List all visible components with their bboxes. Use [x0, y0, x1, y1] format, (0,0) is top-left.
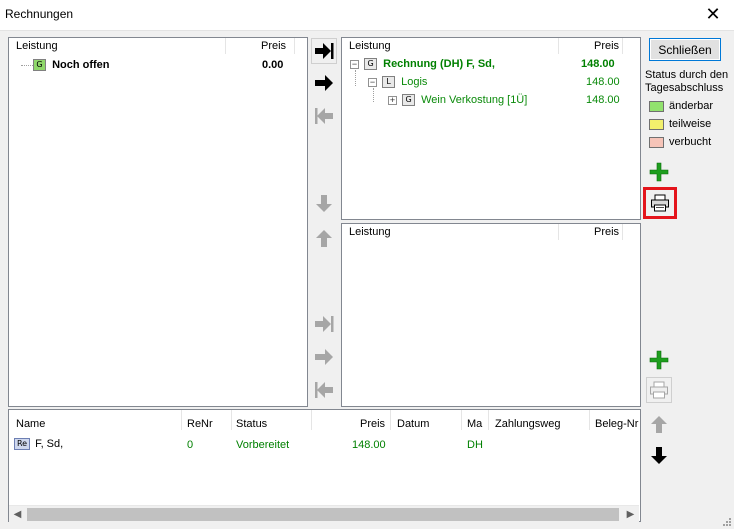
horizontal-scrollbar[interactable]: ◀ ▶ — [9, 505, 639, 522]
legend-item-teilweise: teilweise — [649, 118, 711, 130]
lower-services-header: Leistung Preis — [342, 224, 640, 240]
row-label: Noch offen — [52, 59, 110, 71]
move-down-button[interactable] — [311, 191, 337, 217]
row-label: Rechnung (DH) F, Sd, — [383, 58, 495, 70]
lodging-icon: L — [382, 76, 396, 89]
col-header-preis[interactable]: Preis — [360, 418, 385, 430]
title-bar: Rechnungen ✕ — [0, 0, 734, 30]
invoice-tree-panel[interactable]: Leistung Preis − G Rechnung (DH) F, Sd, … — [341, 37, 641, 220]
col-header-datum[interactable]: Datum — [397, 418, 429, 430]
printer-icon — [651, 194, 669, 212]
open-items-panel[interactable]: Leistung Preis G Noch offen 0.00 — [8, 37, 308, 407]
row-label: Logis — [401, 76, 428, 88]
invoice-status: Vorbereitet — [236, 439, 290, 451]
row-price: 148.00 — [586, 94, 620, 106]
invoice-price: 148.00 — [352, 439, 386, 451]
close-icon[interactable]: ✕ — [702, 3, 724, 25]
col-header-leistung[interactable]: Leistung — [16, 40, 58, 52]
status-title-line2: Tagesabschluss — [645, 82, 724, 94]
col-header-preis[interactable]: Preis — [594, 40, 619, 52]
move-all-right-lower-button[interactable] — [311, 311, 337, 337]
col-header-name[interactable]: Name — [16, 418, 45, 430]
invoice-name-cell: Re F, Sd, — [14, 438, 64, 451]
invoice-renr: 0 — [187, 439, 194, 451]
col-header-preis[interactable]: Preis — [261, 40, 286, 52]
expand-icon[interactable]: + — [388, 95, 397, 105]
print-invoice-button[interactable] — [643, 187, 677, 219]
row-price: 148.00 — [586, 76, 620, 88]
plus-icon — [649, 350, 669, 370]
status-legend-title: Status durch den Tagesabschluss — [645, 69, 728, 95]
legend-label: teilweise — [669, 118, 712, 130]
move-right-lower-button[interactable] — [311, 344, 337, 370]
group-icon: G — [364, 58, 378, 71]
invoice-move-down-button[interactable] — [646, 443, 672, 469]
col-header-renr[interactable]: ReNr — [187, 418, 213, 430]
invoice-list-header: Name ReNr Status Preis Datum Ma Zahlungs… — [9, 410, 640, 430]
dialog-client-area: Leistung Preis G Noch offen 0.00 Leistun… — [0, 30, 734, 529]
swatch-green — [649, 100, 664, 112]
col-header-status[interactable]: Status — [236, 418, 267, 430]
add-invoice-button[interactable] — [646, 159, 672, 185]
lower-services-panel[interactable]: Leistung Preis — [341, 223, 641, 407]
col-header-ma[interactable]: Ma — [467, 418, 482, 430]
legend-label: änderbar — [669, 100, 714, 112]
invoice-name: F, Sd, — [35, 438, 64, 450]
invoice-tree-header: Leistung Preis — [342, 38, 640, 54]
invoice-move-up-button[interactable] — [646, 411, 672, 437]
move-right-button[interactable] — [311, 70, 337, 96]
invoice-ma: DH — [467, 439, 483, 451]
tree-row-logis[interactable]: − L Logis — [368, 76, 428, 89]
move-all-left-lower-button[interactable] — [311, 377, 337, 403]
plus-icon — [649, 162, 669, 182]
col-header-leistung[interactable]: Leistung — [349, 226, 391, 238]
print-lower-button[interactable] — [646, 377, 672, 403]
move-up-button[interactable] — [311, 225, 337, 251]
row-price: 0.00 — [262, 59, 284, 71]
arrow-down-icon — [651, 447, 667, 464]
scroll-right-icon[interactable]: ▶ — [622, 507, 639, 522]
window-title: Rechnungen — [5, 7, 74, 21]
tree-row-noch-offen[interactable]: G Noch offen — [33, 59, 110, 72]
row-price: 148.00 — [581, 58, 615, 70]
swatch-yellow — [649, 118, 664, 130]
table-row[interactable]: Re F, Sd, 0 Vorbereitet 148.00 DH — [9, 436, 640, 452]
row-label: Wein Verkostung [1Ü] — [421, 94, 528, 106]
legend-item-aenderbar: änderbar — [649, 100, 713, 112]
tree-row-wein-verkostung[interactable]: + G Wein Verkostung [1Ü] — [388, 94, 528, 107]
tree-row-rechnung[interactable]: − G Rechnung (DH) F, Sd, — [350, 58, 495, 71]
group-icon: G — [33, 59, 46, 72]
group-icon: G — [402, 94, 416, 107]
printer-disabled-icon — [650, 381, 668, 399]
legend-label: verbucht — [669, 136, 712, 148]
move-all-right-button[interactable] — [311, 38, 337, 64]
status-title-line1: Status durch den — [645, 69, 729, 81]
resize-grip-icon[interactable] — [722, 517, 732, 527]
swatch-red — [649, 136, 664, 148]
legend-item-verbucht: verbucht — [649, 136, 711, 148]
open-items-header: Leistung Preis — [9, 38, 307, 54]
scroll-left-icon[interactable]: ◀ — [9, 507, 26, 522]
invoice-icon: Re — [14, 438, 30, 451]
col-header-zahlungsweg[interactable]: Zahlungsweg — [495, 418, 560, 430]
collapse-icon[interactable]: − — [350, 59, 359, 69]
arrow-up-icon — [651, 416, 667, 433]
add-invoice-lower-button[interactable] — [646, 347, 672, 373]
move-all-left-button[interactable] — [311, 103, 337, 129]
col-header-leistung[interactable]: Leistung — [349, 40, 391, 52]
collapse-icon[interactable]: − — [368, 77, 377, 87]
close-button[interactable]: Schließen — [649, 38, 721, 61]
scrollbar-thumb[interactable] — [27, 508, 619, 521]
col-header-preis[interactable]: Preis — [594, 226, 619, 238]
col-header-beleg-nr[interactable]: Beleg-Nr — [595, 418, 638, 430]
